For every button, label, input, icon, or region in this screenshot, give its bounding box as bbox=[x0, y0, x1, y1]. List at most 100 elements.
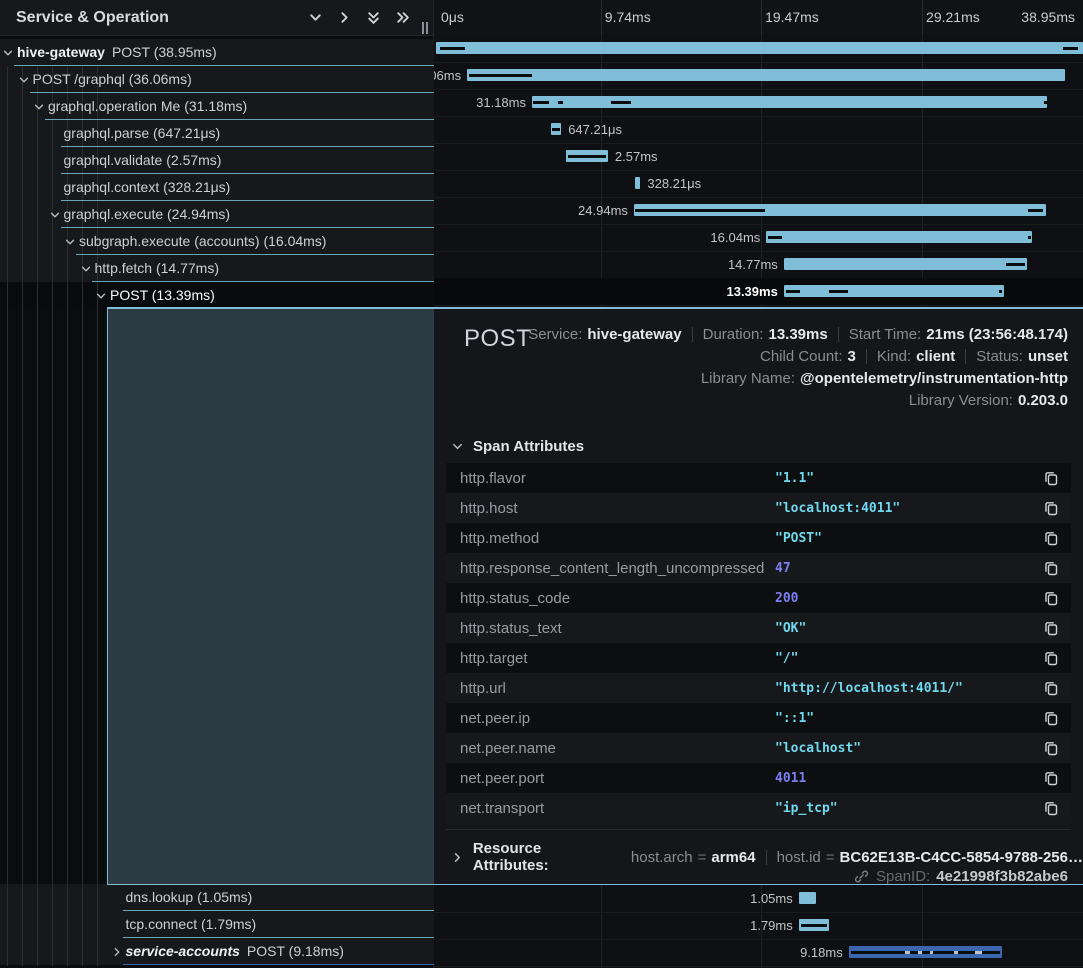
expander-icon[interactable] bbox=[64, 235, 76, 247]
span-tree-row[interactable]: service-accountsPOST (9.18ms) bbox=[0, 938, 434, 965]
span-duration-bar[interactable] bbox=[467, 69, 1065, 81]
chevron-right-icon bbox=[451, 851, 464, 864]
expand-all-icon[interactable] bbox=[393, 9, 411, 27]
expander-icon[interactable] bbox=[2, 46, 14, 58]
copy-icon[interactable] bbox=[1043, 560, 1059, 576]
child-span-notch bbox=[786, 290, 800, 293]
span-duration-bar[interactable] bbox=[436, 42, 1083, 54]
attribute-row: http.method "POST" bbox=[446, 523, 1071, 553]
attribute-row: net.transport "ip_tcp" bbox=[446, 793, 1071, 823]
span-row-underline bbox=[92, 281, 435, 282]
timeline-bar-row[interactable]: 24.94ms bbox=[434, 197, 1083, 225]
resource-attribute-item: host.arch=arm64 bbox=[631, 849, 756, 866]
span-tree-row[interactable]: graphql.execute (24.94ms) bbox=[0, 201, 434, 228]
collapse-all-icon[interactable] bbox=[364, 9, 382, 27]
child-span-notch bbox=[635, 209, 765, 212]
attribute-row: http.status_text "OK" bbox=[446, 613, 1071, 643]
expand-one-icon[interactable] bbox=[335, 9, 353, 27]
grandchild-span-tick bbox=[918, 951, 922, 954]
duration-label: 1.05ms bbox=[750, 885, 793, 912]
timeline-bar-row[interactable]: 13.39ms bbox=[434, 278, 1083, 306]
attribute-value: "localhost" bbox=[775, 741, 861, 756]
expander-icon[interactable] bbox=[18, 73, 30, 85]
panel-resize-handle[interactable] bbox=[422, 22, 430, 34]
metadata-item: Library Name:@opentelemetry/instrumentat… bbox=[701, 370, 1068, 387]
attribute-row: http.host "localhost:4011" bbox=[446, 493, 1071, 523]
expander-icon[interactable] bbox=[111, 945, 123, 957]
copy-icon[interactable] bbox=[1043, 530, 1059, 546]
timeline-tick: 38.95ms bbox=[1021, 0, 1075, 35]
timeline-bar-row[interactable]: 14.77ms bbox=[434, 251, 1083, 279]
copy-icon[interactable] bbox=[1043, 470, 1059, 486]
timeline-bar-row[interactable]: 31.18ms bbox=[434, 89, 1083, 117]
timeline-ruler: 0μs9.74ms19.47ms29.21ms38.95ms bbox=[434, 0, 1083, 36]
expander-icon[interactable] bbox=[33, 100, 45, 112]
span-tree-row[interactable]: graphql.validate (2.57ms) bbox=[0, 147, 434, 174]
copy-icon[interactable] bbox=[1043, 680, 1059, 696]
copy-icon[interactable] bbox=[1043, 710, 1059, 726]
copy-icon[interactable] bbox=[1043, 770, 1059, 786]
collapse-one-icon[interactable] bbox=[306, 9, 324, 27]
timeline-bar-row[interactable]: 36.06ms bbox=[434, 62, 1083, 90]
attribute-key: net.peer.name bbox=[460, 740, 775, 757]
timeline-bar-row[interactable]: 2.57ms bbox=[434, 143, 1083, 171]
timeline-bar-row[interactable] bbox=[434, 35, 1083, 63]
expander-icon[interactable] bbox=[80, 262, 92, 274]
timeline-bar-row[interactable]: 9.18ms bbox=[434, 939, 1083, 967]
duration-label: 24.94ms bbox=[578, 197, 628, 224]
timeline-tick: 0μs bbox=[441, 0, 464, 35]
attribute-value: "OK" bbox=[775, 621, 806, 636]
span-tree-row[interactable]: subgraph.execute (accounts) (16.04ms) bbox=[0, 228, 434, 255]
span-tree-row[interactable]: http.fetch (14.77ms) bbox=[0, 255, 434, 282]
span-duration-bar[interactable] bbox=[784, 258, 1027, 270]
span-metadata: Service:hive-gatewayDuration:13.39msStar… bbox=[528, 323, 1068, 411]
span-tree-row[interactable]: tcp.connect (1.79ms) bbox=[0, 911, 434, 938]
span-duration-bar[interactable] bbox=[766, 231, 1032, 243]
timeline-bars: 36.06ms 31.18ms 647.21μs 2.57ms 328.21μs… bbox=[434, 35, 1083, 309]
grandchild-span-tick bbox=[975, 951, 982, 954]
timeline-bar-row[interactable]: 328.21μs bbox=[434, 170, 1083, 198]
child-span-notch bbox=[568, 155, 606, 158]
span-tree-row[interactable]: POST /graphql (36.06ms) bbox=[0, 66, 434, 93]
attribute-row: net.peer.name "localhost" bbox=[446, 733, 1071, 763]
metadata-separator bbox=[766, 850, 767, 865]
span-tree-row[interactable]: graphql.operation Me (31.18ms) bbox=[0, 93, 434, 120]
operation-name: dns.lookup (1.05ms) bbox=[126, 889, 253, 905]
timeline-bar-row[interactable]: 16.04ms bbox=[434, 224, 1083, 252]
span-duration-bar[interactable] bbox=[784, 285, 1004, 297]
metadata-item: Start Time:21ms (23:56:48.174) bbox=[849, 326, 1068, 343]
timeline-bar-row[interactable]: 1.79ms bbox=[434, 912, 1083, 940]
copy-icon[interactable] bbox=[1043, 650, 1059, 666]
copy-icon[interactable] bbox=[1043, 800, 1059, 816]
copy-icon[interactable] bbox=[1043, 500, 1059, 516]
detail-bottom-border bbox=[107, 884, 1083, 885]
span-tree-row[interactable]: graphql.parse (647.21μs) bbox=[0, 120, 434, 147]
span-row-underline bbox=[123, 937, 435, 938]
resource-attribute-item: host.id=BC62E13B-C4CC-5854-9788-256… bbox=[777, 849, 1083, 866]
expander-icon[interactable] bbox=[49, 208, 61, 220]
service-operation-title: Service & Operation bbox=[16, 9, 169, 27]
span-duration-bar[interactable] bbox=[635, 177, 640, 189]
child-span-notch bbox=[469, 74, 532, 77]
attribute-value: "localhost:4011" bbox=[775, 501, 900, 516]
span-attributes-header[interactable]: Span Attributes bbox=[451, 438, 584, 455]
span-duration-bar[interactable] bbox=[799, 892, 817, 904]
span-duration-bar[interactable] bbox=[532, 96, 1047, 108]
copy-icon[interactable] bbox=[1043, 740, 1059, 756]
expander-icon[interactable] bbox=[95, 289, 107, 301]
duration-label: 14.77ms bbox=[728, 251, 778, 278]
span-tree-row[interactable]: dns.lookup (1.05ms) bbox=[0, 884, 434, 911]
span-row-underline bbox=[76, 254, 434, 255]
attribute-key: http.url bbox=[460, 680, 775, 697]
span-tree-row[interactable]: POST (13.39ms) bbox=[0, 282, 434, 309]
span-tree-row[interactable]: graphql.context (328.21μs) bbox=[0, 174, 434, 201]
child-span-notch bbox=[552, 128, 560, 131]
ruler-gridline bbox=[601, 0, 602, 35]
span-tree-row[interactable]: hive-gatewayPOST (38.95ms) bbox=[0, 39, 434, 66]
copy-icon[interactable] bbox=[1043, 620, 1059, 636]
timeline-bar-row[interactable]: 1.05ms bbox=[434, 885, 1083, 913]
child-span-notch bbox=[1028, 209, 1043, 212]
ruler-gridline bbox=[922, 0, 923, 35]
copy-icon[interactable] bbox=[1043, 590, 1059, 606]
timeline-bar-row[interactable]: 647.21μs bbox=[434, 116, 1083, 144]
